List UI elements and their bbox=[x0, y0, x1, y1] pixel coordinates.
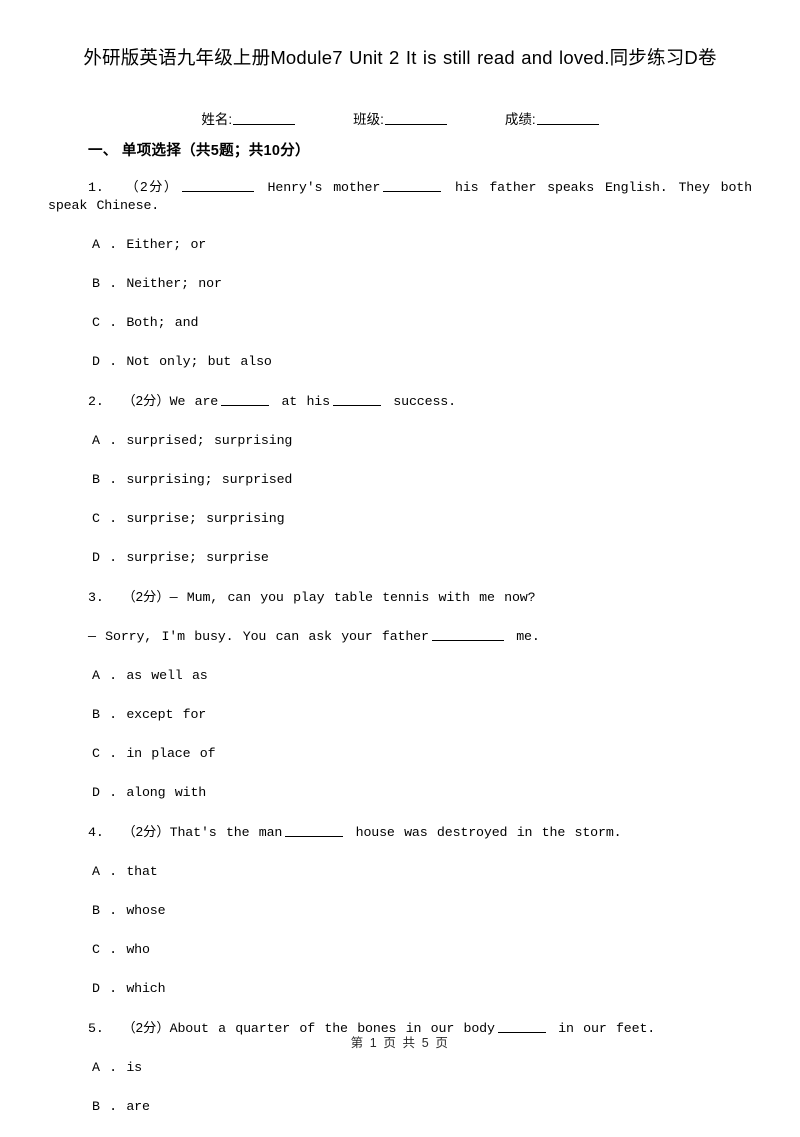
question-2-blank-2 bbox=[332, 394, 381, 406]
question-1-points: （2分） bbox=[125, 179, 179, 194]
question-3-option-d[interactable]: D . along with bbox=[48, 784, 752, 802]
question-1-option-a[interactable]: A . Either; or bbox=[48, 236, 752, 254]
question-3-option-b[interactable]: B . except for bbox=[48, 706, 752, 724]
question-2-text-c: success. bbox=[393, 394, 456, 409]
question-3-option-a[interactable]: A . as well as bbox=[48, 667, 752, 685]
question-4: 4. （2分）That's the man house was destroye… bbox=[48, 823, 752, 998]
question-3-text-b: — Sorry, I'm busy. You can ask your fath… bbox=[88, 629, 429, 644]
question-4-points: （2分） bbox=[122, 824, 170, 839]
question-1-option-b[interactable]: B . Neither; nor bbox=[48, 275, 752, 293]
question-4-stem: 4. （2分）That's the man house was destroye… bbox=[48, 823, 752, 842]
question-3-stem-line-2: — Sorry, I'm busy. You can ask your fath… bbox=[48, 628, 752, 646]
question-2: 2. （2分）We are at his success. A . surpri… bbox=[48, 392, 752, 567]
question-1-option-c[interactable]: C . Both; and bbox=[48, 314, 752, 332]
question-2-option-a[interactable]: A . surprised; surprising bbox=[48, 432, 752, 450]
question-4-text-b: house was destroyed in the storm. bbox=[355, 825, 622, 840]
student-name-field: 姓名: bbox=[201, 110, 296, 130]
question-2-points: （2分） bbox=[122, 393, 170, 408]
question-4-option-a[interactable]: A . that bbox=[48, 863, 752, 881]
student-score-label: 成绩: bbox=[504, 112, 536, 127]
question-2-number: 2. bbox=[88, 394, 104, 409]
student-info-row: 姓名: 班级: 成绩: bbox=[48, 110, 752, 130]
question-3-number: 3. bbox=[88, 590, 104, 605]
question-4-number: 4. bbox=[88, 825, 104, 840]
page-title: 外研版英语九年级上册Module7 Unit 2 It is still rea… bbox=[83, 47, 717, 68]
question-3-option-c[interactable]: C . in place of bbox=[48, 745, 752, 763]
question-2-text-b: at his bbox=[281, 394, 330, 409]
student-name-blank bbox=[233, 111, 296, 125]
question-3-blank-1 bbox=[431, 629, 504, 641]
exam-content: 一、 单项选择（共5题；共10分） 1. （2分） Henry's mother… bbox=[48, 140, 752, 1137]
question-4-blank-1 bbox=[285, 825, 344, 837]
question-1-stem: 1. （2分） Henry's mother his father speaks… bbox=[48, 178, 752, 215]
question-1-blank-2 bbox=[383, 180, 442, 192]
question-2-option-d[interactable]: D . surprise; surprise bbox=[48, 549, 752, 567]
question-3-stem-line-1: 3. （2分）— Mum, can you play table tennis … bbox=[48, 588, 752, 607]
question-3-text-c: me. bbox=[516, 629, 540, 644]
student-score-blank bbox=[536, 111, 599, 125]
student-score-field: 成绩: bbox=[505, 110, 599, 130]
question-1-blank-1 bbox=[181, 180, 254, 192]
student-class-label: 班级: bbox=[353, 112, 384, 127]
student-name-label: 姓名: bbox=[201, 112, 233, 127]
question-4-option-c[interactable]: C . who bbox=[48, 941, 752, 959]
section-heading-1: 一、 单项选择（共5题；共10分） bbox=[88, 143, 310, 159]
question-2-option-c[interactable]: C . surprise; surprising bbox=[48, 510, 752, 528]
page-footer: 第 1 页 共 5 页 bbox=[350, 1036, 450, 1050]
question-2-blank-1 bbox=[221, 394, 270, 406]
student-class-blank bbox=[384, 111, 447, 125]
question-4-option-d[interactable]: D . which bbox=[48, 980, 752, 998]
question-2-text-a: We are bbox=[169, 394, 219, 409]
question-1-number: 1. bbox=[88, 180, 104, 195]
question-4-option-b[interactable]: B . whose bbox=[48, 902, 752, 920]
question-1-text-a: Henry's mother bbox=[267, 180, 381, 195]
exam-paper-page: 外研版英语九年级上册Module7 Unit 2 It is still rea… bbox=[0, 0, 800, 1132]
question-5-option-b[interactable]: B . are bbox=[48, 1098, 752, 1116]
question-1-option-d[interactable]: D . Not only; but also bbox=[48, 353, 752, 371]
student-class-field: 班级: bbox=[353, 110, 447, 130]
question-1: 1. （2分） Henry's mother his father speaks… bbox=[48, 178, 752, 371]
question-4-text-a: That's the man bbox=[169, 825, 283, 840]
question-2-option-b[interactable]: B . surprising; surprised bbox=[48, 471, 752, 489]
question-3: 3. （2分）— Mum, can you play table tennis … bbox=[48, 588, 752, 802]
question-5-option-a[interactable]: A . is bbox=[48, 1059, 752, 1077]
question-3-points: （2分） bbox=[122, 589, 170, 604]
question-3-text-a: — Mum, can you play table tennis with me… bbox=[169, 590, 536, 605]
question-2-stem: 2. （2分）We are at his success. bbox=[48, 392, 752, 411]
